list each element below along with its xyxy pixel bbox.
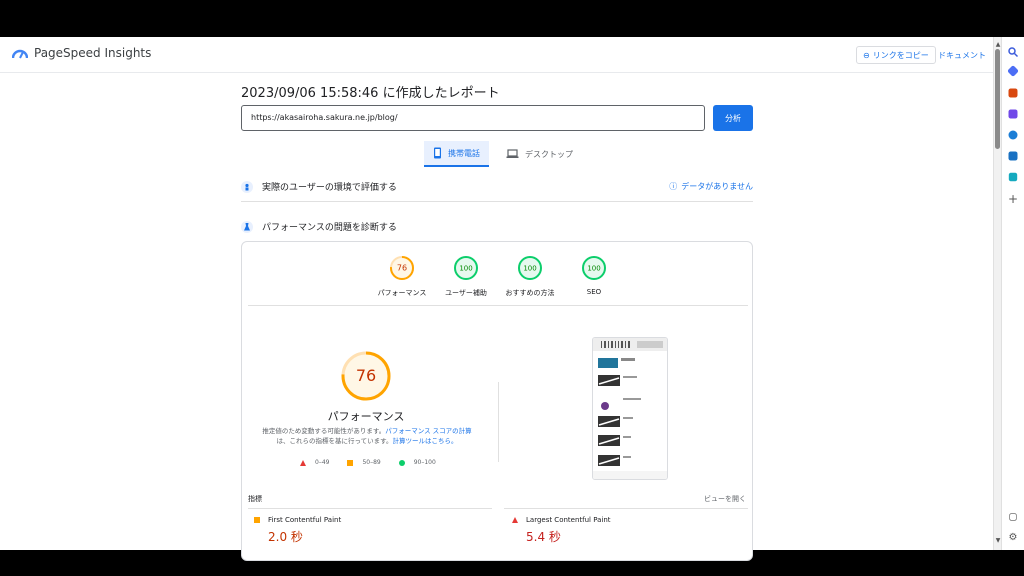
- users-icon: [241, 180, 253, 193]
- legend-item-fail: 0–49: [300, 459, 329, 466]
- page-scrollbar[interactable]: ▲ ▼: [993, 37, 1001, 550]
- metric-lcp-name: Largest Contentful Paint: [526, 516, 611, 524]
- red-triangle-icon: [512, 517, 518, 523]
- metric-lcp-value: 5.4 秒: [526, 530, 561, 544]
- perf-desc-text-1: 推定値のため変動する可能性があります。: [262, 427, 386, 435]
- expand-view-button[interactable]: ビューを開く: [704, 494, 746, 504]
- copilot-icon[interactable]: [1008, 130, 1018, 140]
- add-icon[interactable]: +: [1007, 193, 1019, 205]
- tab-desktop-label: デスクトップ: [525, 149, 573, 159]
- legend-item-pass: 90–100: [398, 459, 436, 466]
- report-card: 76 パフォーマンス 100 ユーザー補助 100 おすすめの方法 100 SE…: [241, 241, 753, 561]
- report-title: 2023/09/06 15:58:46 に作成したレポート: [241, 86, 500, 101]
- lab-flask-icon: [241, 220, 253, 233]
- pagespeed-logo-icon: [12, 49, 28, 59]
- metric-divider-left: [248, 508, 492, 509]
- gauge-label-accessibility: ユーザー補助: [445, 289, 487, 297]
- phone-icon: [434, 147, 441, 159]
- link-icon: ⊖: [863, 50, 870, 60]
- gauge-best-practices[interactable]: 100 おすすめの方法: [500, 255, 560, 298]
- no-data-link[interactable]: ⓘ データがありません: [669, 181, 753, 192]
- legend-item-average: 50–89: [347, 459, 381, 466]
- field-data-section: 実際のユーザーの環境で評価する ⓘ データがありません: [241, 180, 753, 193]
- orange-square-icon: [347, 459, 354, 466]
- score-calc-link[interactable]: パフォーマンス スコアの計算: [385, 427, 471, 435]
- scroll-thumb[interactable]: [995, 49, 1000, 149]
- laptop-icon: [506, 149, 519, 158]
- performance-description: 推定値のため変動する可能性があります。パフォーマンス スコアの計算 は、これらの…: [256, 426, 478, 446]
- card-divider: [248, 305, 748, 306]
- score-gauges: 76 パフォーマンス 100 ユーザー補助 100 おすすめの方法 100 SE…: [242, 255, 752, 305]
- gauge-seo[interactable]: 100 SEO: [564, 255, 624, 296]
- browser-side-panel: + ⚙: [1001, 37, 1024, 550]
- red-triangle-icon: [300, 459, 306, 466]
- accessibility-gauge-ring: 100: [454, 256, 478, 280]
- screenshot-image: [593, 338, 667, 479]
- search-icon[interactable]: [1007, 43, 1019, 58]
- copy-link-button[interactable]: ⊖ リンクをコピー: [856, 46, 936, 64]
- tab-desktop[interactable]: デスクトップ: [497, 141, 582, 167]
- app-logo[interactable]: PageSpeed Insights: [12, 46, 151, 60]
- perf-desc-text-2: は、これらの指標を基に行っています。: [276, 437, 393, 445]
- device-tabs: 携帯電話 デスクトップ: [424, 141, 582, 167]
- green-circle-icon: [398, 459, 405, 466]
- orange-square-icon: [254, 517, 260, 523]
- sidebar-toggle-icon[interactable]: [1009, 513, 1017, 521]
- vertical-divider: [498, 382, 499, 462]
- svg-text:100: 100: [587, 265, 600, 273]
- app-name: PageSpeed Insights: [34, 46, 152, 60]
- metric-fcp: First Contentful Paint 2.0 秒: [254, 516, 341, 545]
- briefcase-icon[interactable]: [1008, 88, 1018, 98]
- url-input[interactable]: https://akasairoha.sakura.ne.jp/blog/: [241, 105, 705, 131]
- performance-title: パフォーマンス: [327, 410, 405, 423]
- docs-link[interactable]: ドキュメント: [938, 50, 986, 61]
- lab-data-section: パフォーマンスの問題を診断する: [241, 220, 753, 233]
- svg-text:76: 76: [397, 264, 407, 273]
- gauge-label-best-practices: おすすめの方法: [505, 289, 555, 297]
- best-practices-gauge-ring: 100: [518, 256, 542, 280]
- lab-data-title: パフォーマンスの問題を診断する: [262, 223, 397, 233]
- shopping-icon[interactable]: [1008, 172, 1018, 182]
- info-icon: ⓘ: [669, 182, 678, 191]
- top-bar: PageSpeed Insights ⊖ リンクをコピー ドキュメント: [0, 37, 993, 73]
- games-icon[interactable]: [1008, 109, 1018, 119]
- field-data-title: 実際のユーザーの環境で評価する: [262, 183, 397, 193]
- analyze-button[interactable]: 分析: [713, 105, 753, 131]
- gauge-label-performance: パフォーマンス: [377, 289, 427, 297]
- page-screenshot-thumbnail[interactable]: [592, 337, 668, 480]
- no-data-label: データがありません: [681, 182, 753, 191]
- browser-viewport: PageSpeed Insights ⊖ リンクをコピー ドキュメント ▲ ▼ …: [0, 37, 1024, 561]
- svg-text:100: 100: [523, 265, 536, 273]
- settings-gear-icon[interactable]: ⚙: [1007, 532, 1019, 544]
- tab-mobile-label: 携帯電話: [448, 148, 480, 158]
- performance-big-gauge: 76: [341, 351, 391, 401]
- legend-range-fail: 0–49: [315, 459, 330, 466]
- score-legend: 0–49 50–89 90–100: [300, 459, 436, 466]
- metric-fcp-value: 2.0 秒: [268, 530, 303, 544]
- metric-divider-right: [504, 508, 748, 509]
- section-divider: [241, 201, 753, 202]
- metric-fcp-name: First Contentful Paint: [268, 516, 342, 524]
- legend-range-average: 50–89: [362, 459, 381, 466]
- performance-big-score: 76: [356, 366, 376, 385]
- gauge-performance[interactable]: 76 パフォーマンス: [372, 255, 432, 298]
- svg-text:100: 100: [459, 265, 472, 273]
- outlook-icon[interactable]: [1008, 151, 1018, 161]
- copy-link-label: リンクをコピー: [872, 50, 929, 60]
- tab-mobile[interactable]: 携帯電話: [424, 141, 489, 167]
- calculator-link[interactable]: 計算ツールはこちら。: [393, 437, 458, 445]
- tag-icon[interactable]: [1007, 65, 1019, 77]
- legend-range-pass: 90–100: [413, 459, 436, 466]
- metric-lcp: Largest Contentful Paint 5.4 秒: [512, 516, 611, 545]
- performance-gauge-ring: 76: [390, 256, 414, 280]
- metrics-header: 指標 ビューを開く: [248, 494, 748, 504]
- metrics-label: 指標: [248, 495, 262, 503]
- seo-gauge-ring: 100: [582, 256, 606, 280]
- gauge-label-seo: SEO: [586, 288, 602, 296]
- gauge-accessibility[interactable]: 100 ユーザー補助: [436, 255, 496, 298]
